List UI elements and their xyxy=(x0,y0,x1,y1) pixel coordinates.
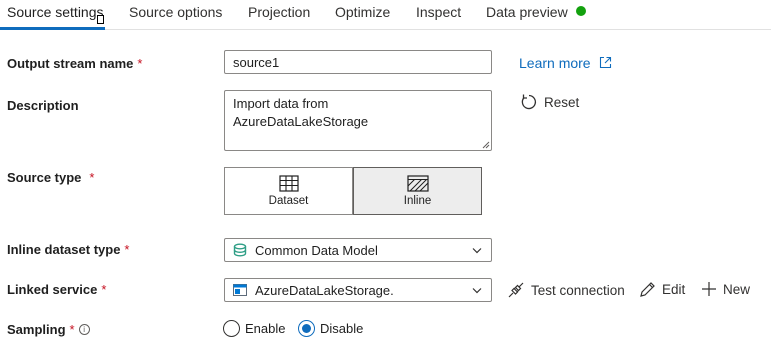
required-mark: * xyxy=(101,282,107,297)
plus-icon xyxy=(702,282,716,296)
new-button[interactable]: New xyxy=(701,281,750,297)
linked-service-value: AzureDataLakeStorage. xyxy=(255,282,394,298)
description-label: Description xyxy=(7,98,79,113)
info-icon[interactable]: i xyxy=(78,324,90,335)
mouse-cursor-icon xyxy=(97,15,104,24)
dataset-option-label: Dataset xyxy=(268,195,309,207)
description-textarea[interactable]: Import data from AzureDataLakeStorage xyxy=(224,90,492,151)
edit-label: Edit xyxy=(662,282,686,297)
linked-service-text: Linked service xyxy=(7,282,98,297)
reset-button[interactable]: Reset xyxy=(520,93,579,111)
learn-more-link[interactable]: Learn more xyxy=(519,55,612,71)
sampling-enable-radio[interactable]: Enable xyxy=(223,320,285,337)
source-type-label: Source type * xyxy=(7,170,94,185)
radio-checked-icon xyxy=(298,320,315,337)
sampling-enable-label: Enable xyxy=(245,321,286,336)
inline-option-label: Inline xyxy=(403,195,432,207)
chevron-down-icon xyxy=(472,288,482,294)
linked-service-label: Linked service * xyxy=(7,282,106,297)
sampling-disable-label: Disable xyxy=(320,321,364,336)
learn-more-text: Learn more xyxy=(519,55,591,71)
required-mark: * xyxy=(137,56,143,71)
tab-projection[interactable]: Projection xyxy=(248,4,310,20)
sampling-text: Sampling xyxy=(7,322,66,337)
required-mark: * xyxy=(69,322,75,337)
tab-bar: Source settings Source options Projectio… xyxy=(0,0,771,30)
edit-button[interactable]: Edit xyxy=(639,281,685,298)
linked-service-dropdown[interactable]: AzureDataLakeStorage. xyxy=(224,278,492,302)
test-connection-label: Test connection xyxy=(531,282,625,298)
output-stream-name-input[interactable] xyxy=(224,50,492,74)
required-mark: * xyxy=(124,242,130,257)
pencil-icon xyxy=(640,282,655,297)
source-type-text: Source type xyxy=(7,170,82,185)
status-dot-icon xyxy=(575,6,586,16)
sampling-disable-radio[interactable]: Disable xyxy=(298,320,363,337)
reset-icon xyxy=(521,94,537,110)
inline-dataset-type-label: Inline dataset type * xyxy=(7,242,129,257)
source-type-inline-option[interactable]: Inline xyxy=(353,167,482,215)
inline-hatched-icon xyxy=(406,175,429,192)
chevron-down-icon xyxy=(472,248,482,254)
tab-data-preview[interactable]: Data preview xyxy=(486,4,586,20)
storage-icon xyxy=(233,284,247,296)
radio-dot xyxy=(302,324,311,333)
sampling-label: Sampling * i xyxy=(7,322,90,337)
inline-dataset-type-value: Common Data Model xyxy=(255,242,378,258)
cdm-icon xyxy=(233,243,247,257)
reset-label: Reset xyxy=(544,94,580,110)
test-connection-button[interactable]: Test connection xyxy=(507,281,625,299)
table-icon xyxy=(278,175,299,192)
tab-source-options[interactable]: Source options xyxy=(129,4,222,20)
required-mark: * xyxy=(89,170,95,185)
output-stream-name-text: Output stream name xyxy=(7,56,134,71)
tab-optimize[interactable]: Optimize xyxy=(335,4,390,20)
radio-unchecked-icon xyxy=(223,320,240,337)
plug-connection-icon xyxy=(508,282,524,298)
tab-inspect[interactable]: Inspect xyxy=(416,4,461,20)
tab-source-settings[interactable]: Source settings xyxy=(7,4,104,20)
resize-grip-icon[interactable] xyxy=(481,140,490,149)
output-stream-name-label: Output stream name * xyxy=(7,56,142,71)
external-link-icon xyxy=(600,56,612,69)
source-type-dataset-option[interactable]: Dataset xyxy=(224,167,353,215)
tab-data-preview-label: Data preview xyxy=(486,4,568,20)
inline-dataset-type-dropdown[interactable]: Common Data Model xyxy=(224,238,492,262)
new-label: New xyxy=(723,281,751,297)
active-tab-indicator xyxy=(0,27,105,30)
inline-dataset-type-text: Inline dataset type xyxy=(7,242,121,257)
